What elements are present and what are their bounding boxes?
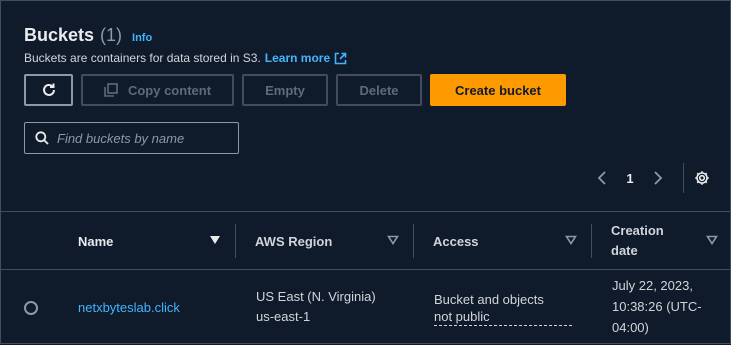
prev-page-button[interactable] bbox=[591, 170, 613, 186]
column-label-created: Creation date bbox=[611, 223, 664, 258]
refresh-button[interactable] bbox=[24, 74, 73, 106]
buckets-panel: Buckets (1) Info Buckets are containers … bbox=[0, 0, 731, 344]
header-description: Buckets are containers for data stored i… bbox=[24, 51, 347, 65]
delete-button[interactable]: Delete bbox=[336, 74, 422, 106]
creation-date-line1: July 22, 2023, bbox=[612, 278, 693, 293]
access-status: Bucket and objects bbox=[434, 292, 544, 307]
search-input[interactable] bbox=[57, 130, 227, 146]
region-name: US East (N. Virginia) bbox=[256, 289, 376, 304]
sort-icon bbox=[706, 235, 718, 245]
copy-content-label: Copy content bbox=[127, 82, 212, 98]
next-page-button[interactable] bbox=[647, 170, 669, 186]
empty-label: Empty bbox=[265, 82, 305, 98]
column-header-region[interactable]: AWS Region bbox=[235, 212, 413, 270]
preferences-button[interactable] bbox=[694, 170, 710, 186]
sort-descending-icon bbox=[210, 236, 220, 244]
external-link-icon bbox=[334, 52, 347, 64]
column-divider bbox=[413, 224, 414, 258]
search-icon bbox=[35, 131, 49, 145]
refresh-icon bbox=[42, 83, 55, 96]
search-box[interactable] bbox=[24, 122, 239, 154]
gear-icon bbox=[695, 171, 709, 185]
sort-icon bbox=[565, 235, 577, 245]
creation-date-line2: 10:38:26 (UTC- bbox=[612, 299, 702, 314]
chevron-left-icon bbox=[597, 171, 606, 185]
pagination: 1 bbox=[591, 163, 710, 193]
info-link[interactable]: Info bbox=[132, 32, 152, 44]
region-code: us-east-1 bbox=[256, 309, 311, 324]
creation-date-cell: July 22, 2023, 10:38:26 (UTC- 04:00) bbox=[612, 275, 722, 338]
pagination-divider bbox=[683, 163, 684, 193]
creation-date-line3: 04:00) bbox=[612, 320, 649, 335]
bucket-count: (1) bbox=[100, 25, 123, 45]
column-divider bbox=[235, 224, 236, 258]
row-select-radio[interactable] bbox=[24, 301, 38, 315]
empty-button[interactable]: Empty bbox=[242, 74, 328, 106]
column-header-created[interactable]: Creation date bbox=[591, 212, 731, 270]
description-text: Buckets are containers for data stored i… bbox=[24, 51, 261, 65]
sort-icon bbox=[387, 235, 399, 245]
learn-more-link[interactable]: Learn more bbox=[265, 51, 330, 65]
bucket-name-link[interactable]: netxbyteslab.click bbox=[78, 298, 180, 318]
column-label-name: Name bbox=[78, 233, 114, 249]
header-title-row: Buckets (1) Info bbox=[24, 25, 152, 46]
current-page[interactable]: 1 bbox=[613, 171, 647, 186]
copy-content-button[interactable]: Copy content bbox=[81, 74, 234, 106]
create-bucket-label: Create bucket bbox=[455, 82, 541, 98]
page-title: Buckets bbox=[24, 25, 95, 45]
chevron-right-icon bbox=[654, 171, 663, 185]
column-label-region: AWS Region bbox=[255, 233, 333, 249]
column-header-access[interactable]: Access bbox=[413, 212, 591, 270]
column-label-access: Access bbox=[433, 233, 479, 249]
column-divider bbox=[591, 224, 592, 258]
access-status-detail[interactable]: not public bbox=[434, 308, 572, 326]
copy-icon bbox=[104, 83, 118, 97]
table-row: netxbyteslab.click US East (N. Virginia)… bbox=[1, 270, 731, 345]
column-header-name[interactable]: Name bbox=[58, 212, 235, 270]
create-bucket-button[interactable]: Create bucket bbox=[430, 74, 566, 106]
region-cell: US East (N. Virginia) us-east-1 bbox=[256, 287, 376, 327]
delete-label: Delete bbox=[359, 82, 399, 98]
access-cell: Bucket and objects not public bbox=[434, 291, 572, 326]
table-header: Name AWS Region Access Creation date bbox=[1, 211, 731, 270]
